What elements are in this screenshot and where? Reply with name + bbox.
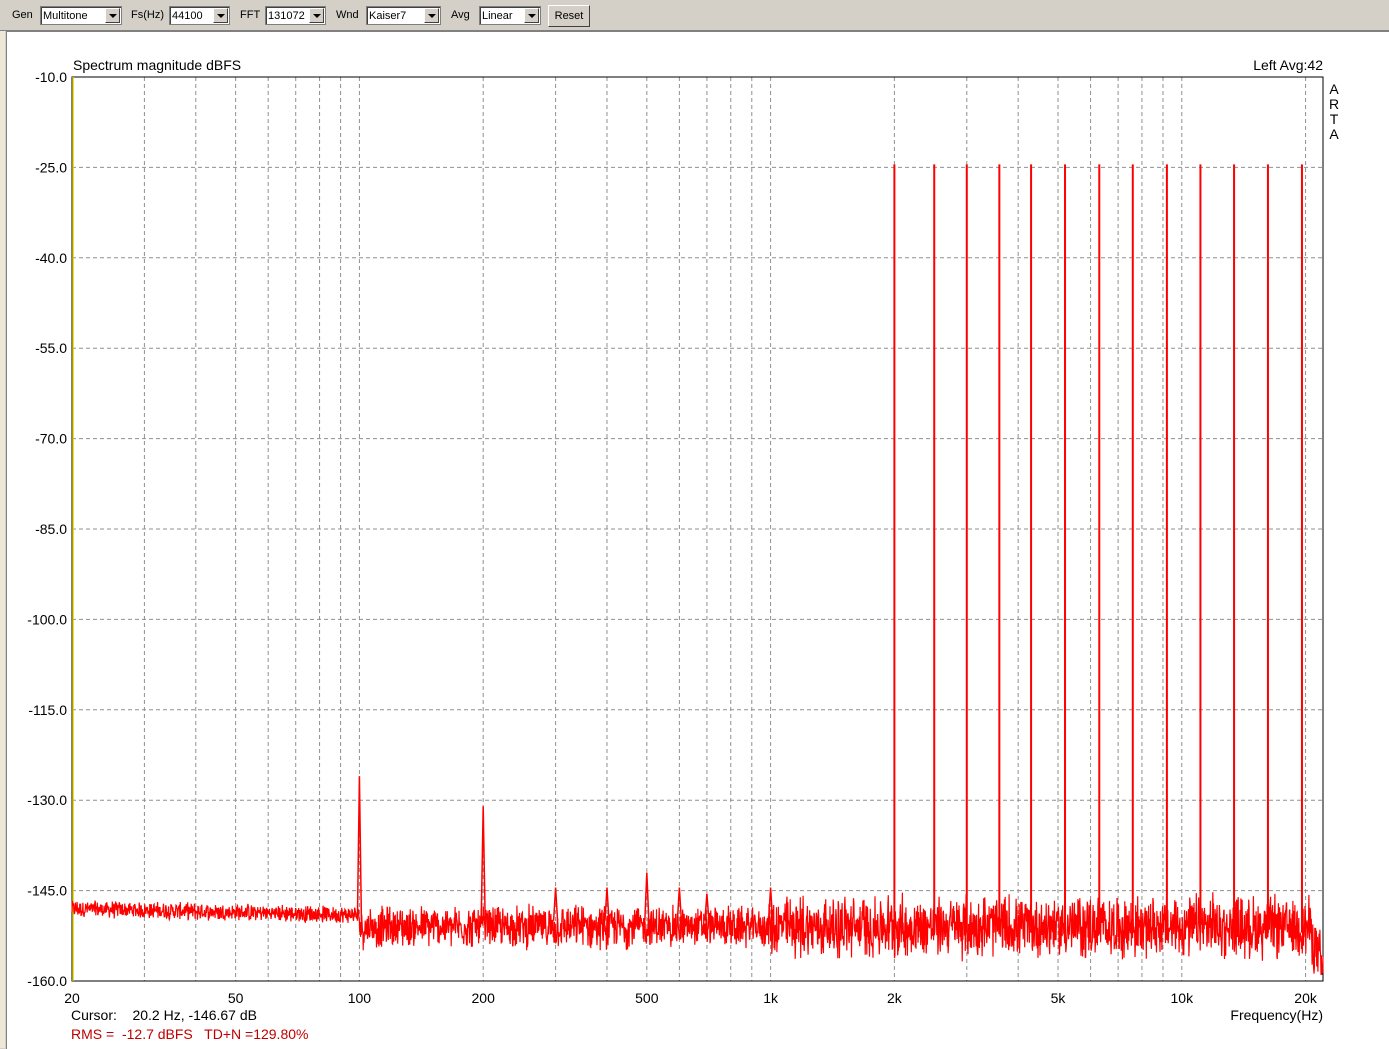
channel-label: Left Avg:42	[1253, 57, 1323, 73]
x-tick-label: 200	[472, 990, 496, 1006]
y-tick-label: -10.0	[35, 69, 67, 85]
y-tick-label: -115.0	[28, 702, 67, 718]
x-tick-label: 5k	[1051, 990, 1067, 1006]
noise-floor-trace	[71, 892, 1324, 976]
x-tick-label: 20k	[1294, 990, 1318, 1006]
rms-readout: RMS = -12.7 dBFS TD+N =129.80%	[71, 1026, 308, 1042]
y-tick-label: -25.0	[35, 159, 67, 175]
x-axis-label: Frequency(Hz)	[1230, 1007, 1323, 1023]
y-tick-label: -160.0	[27, 973, 67, 989]
y-tick-label: -40.0	[35, 250, 67, 266]
x-tick-label: 10k	[1171, 990, 1195, 1006]
cursor-readout: Cursor: 20.2 Hz, -146.67 dB	[71, 1007, 257, 1023]
y-tick-labels: -10.0 -25.0 -40.0 -55.0 -70.0 -85.0 -100.0 -115…	[27, 69, 67, 989]
y-tick-label: -100.0	[27, 611, 67, 627]
x-tick-label: 500	[635, 990, 659, 1006]
x-tick-label: 100	[348, 990, 372, 1006]
y-tick-label: -145.0	[27, 883, 67, 899]
spectrum-chart[interactable]: -10.0 -25.0 -40.0 -55.0 -70.0 -85.0 -100.0 -115…	[0, 0, 1389, 1048]
y-tick-label: -55.0	[35, 340, 67, 356]
x-tick-label: 2k	[887, 990, 903, 1006]
x-tick-labels: 20 50 100 200 500 1k 2k 5k 10k 20k	[64, 990, 1318, 1006]
y-tick-label: -70.0	[35, 431, 67, 447]
grid	[72, 77, 1323, 981]
y-tick-label: -85.0	[35, 521, 67, 537]
chart-title: Spectrum magnitude dBFS	[73, 57, 241, 73]
brand-letter: A	[1329, 81, 1339, 97]
brand-letter: A	[1329, 126, 1339, 142]
x-tick-label: 20	[64, 990, 80, 1006]
x-tick-label: 50	[228, 990, 244, 1006]
y-tick-label: -130.0	[27, 792, 67, 808]
brand-letter: R	[1329, 96, 1339, 112]
brand-letter: T	[1330, 111, 1339, 127]
x-tick-label: 1k	[763, 990, 779, 1006]
spur-peak	[704, 893, 710, 921]
spectrum-series	[71, 164, 1324, 976]
